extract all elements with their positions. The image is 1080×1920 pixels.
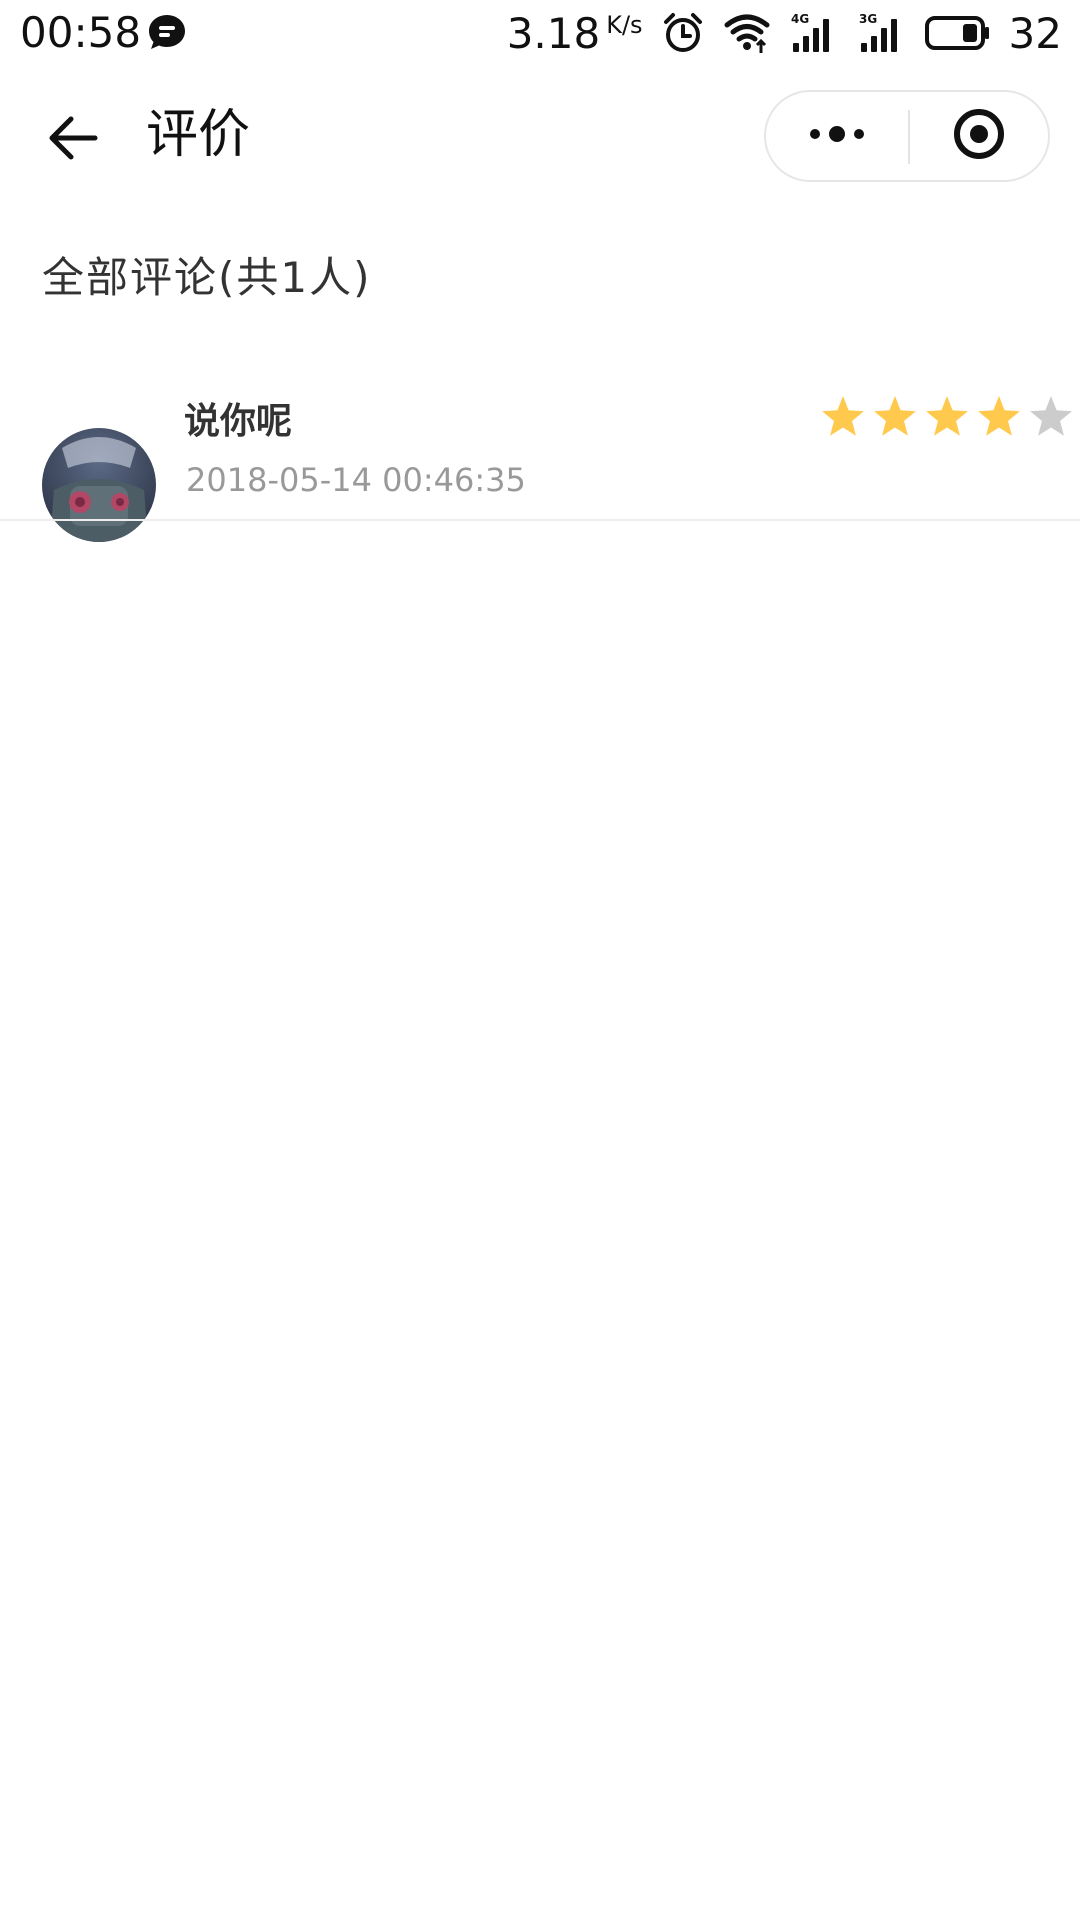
- star-rating: [820, 394, 1074, 442]
- back-button[interactable]: [38, 108, 108, 172]
- network-speed-unit: K/s: [606, 10, 643, 39]
- page-title: 评价: [146, 105, 251, 165]
- nav-bar: 评价: [0, 84, 1080, 192]
- star-filled-icon: [978, 396, 1020, 436]
- svg-text:4G: 4G: [791, 12, 809, 26]
- more-dots-icon: [807, 124, 867, 148]
- user-avatar[interactable]: [42, 428, 156, 542]
- message-bubble-icon: [146, 12, 188, 54]
- divider: [0, 519, 1080, 521]
- alarm-icon: [661, 11, 705, 55]
- arrow-left-icon: [45, 112, 101, 168]
- commenter-name: 说你呢: [184, 401, 293, 442]
- signal-4g-icon: 4G: [789, 11, 839, 55]
- star-filled-icon: [926, 396, 968, 436]
- battery-level: 32: [1008, 8, 1062, 58]
- comments-count-header: 全部评论(共1人): [42, 253, 372, 302]
- star-empty-icon: [1030, 396, 1072, 436]
- close-mini-program-button[interactable]: [910, 92, 1048, 180]
- svg-text:3G: 3G: [859, 12, 877, 26]
- mini-program-capsule: [764, 90, 1050, 182]
- star-filled-icon: [822, 396, 864, 436]
- star-filled-icon: [874, 396, 916, 436]
- network-speed: 3.18 K/s: [507, 9, 643, 58]
- status-bar: 00:58 3.18 K/s 4G 3G 32: [0, 0, 1080, 66]
- battery-icon: [924, 13, 991, 53]
- status-time: 00:58: [20, 8, 142, 57]
- status-right-group: 3.18 K/s 4G 3G 32: [507, 8, 1062, 58]
- network-speed-value: 3.18: [506, 8, 601, 58]
- more-button[interactable]: [766, 92, 908, 180]
- signal-3g-icon: 3G: [857, 11, 907, 55]
- target-circle-icon: [952, 107, 1006, 165]
- comment-list-item[interactable]: 说你呢 2018-05-14 00:46:35: [0, 380, 1080, 542]
- wifi-icon: [723, 11, 771, 55]
- comment-timestamp: 2018-05-14 00:46:35: [186, 461, 526, 499]
